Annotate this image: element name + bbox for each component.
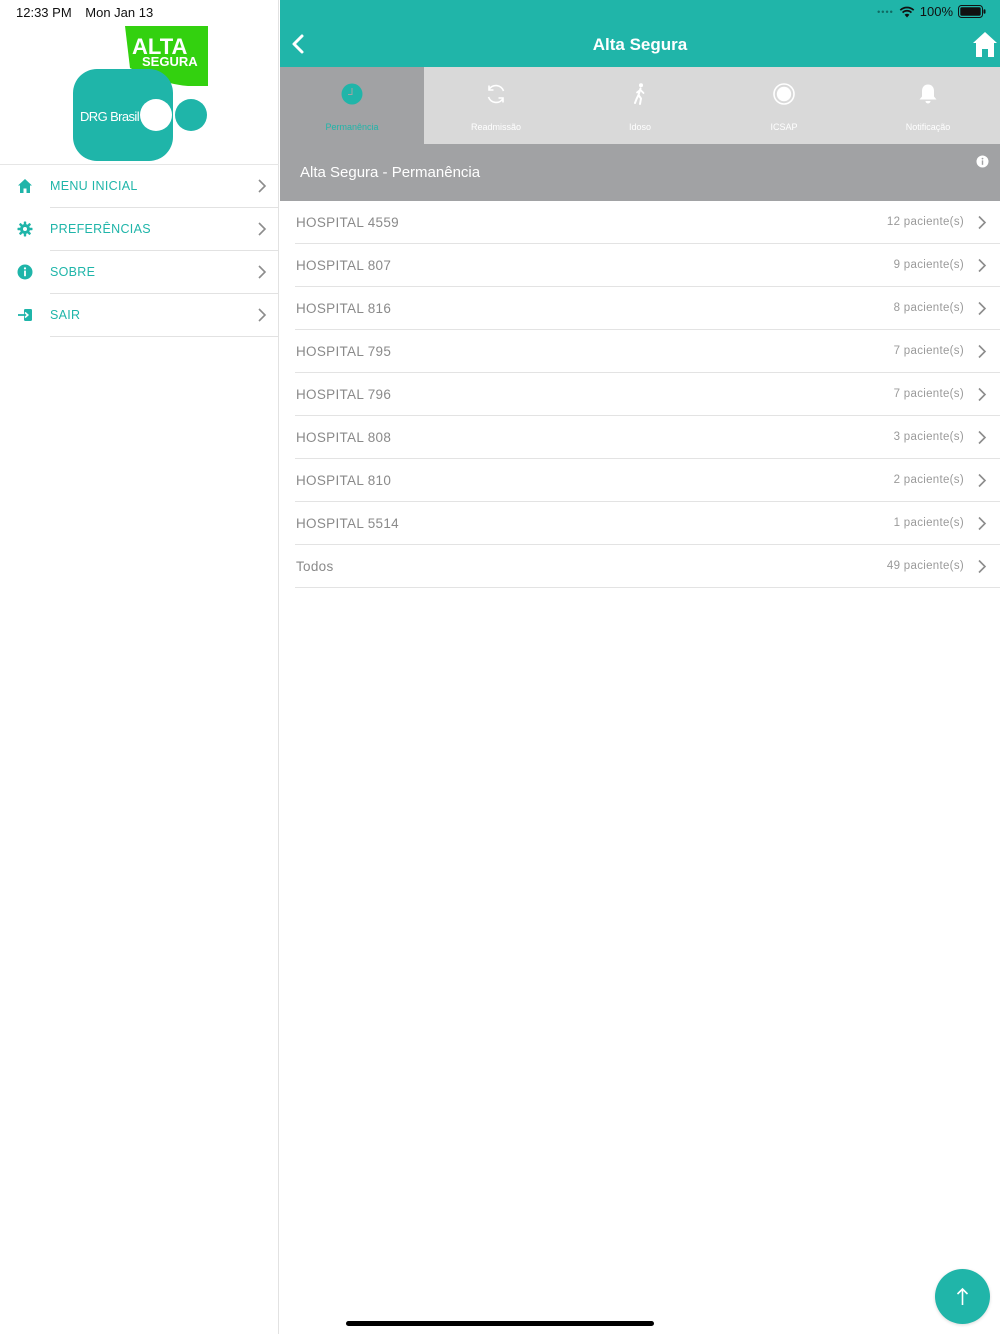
- chevron-right-icon: [258, 179, 267, 193]
- battery-percent: 100%: [919, 4, 953, 19]
- page-title: Alta Segura: [592, 35, 688, 54]
- list-item[interactable]: HOSPITAL 796 7 paciente(s): [295, 373, 1000, 416]
- patient-count: 8 paciente(s): [893, 302, 964, 314]
- hospital-name: HOSPITAL 795: [296, 344, 392, 359]
- hospital-name: HOSPITAL 5514: [296, 516, 399, 531]
- sidebar-item-menu-inicial[interactable]: MENU INICIAL: [0, 165, 279, 208]
- wifi-icon: [899, 6, 915, 17]
- sidebar: 12:33 PM Mon Jan 13 ALTA SEGURA DRG Bras…: [0, 0, 279, 1334]
- logo-text-line2: SEGURA: [142, 54, 198, 69]
- chevron-right-icon: [978, 344, 987, 359]
- tab-bar: Permanência Readmissão Idoso ICSAP Notif…: [280, 67, 1000, 144]
- battery-icon: [958, 5, 986, 18]
- chevron-right-icon: [978, 516, 987, 531]
- arrow-up-icon: [956, 1287, 969, 1305]
- sidebar-item-sobre[interactable]: SOBRE: [0, 251, 279, 294]
- chevron-right-icon: [978, 301, 987, 316]
- list-item[interactable]: HOSPITAL 5514 1 paciente(s): [295, 502, 1000, 545]
- status-time: 12:33 PM: [16, 5, 72, 20]
- hospital-name: HOSPITAL 807: [296, 258, 392, 273]
- list-item-todos[interactable]: Todos 49 paciente(s): [295, 545, 1000, 588]
- gear-icon: [17, 221, 33, 237]
- sidebar-item-preferencias[interactable]: PREFERÊNCIAS: [0, 208, 279, 251]
- sidebar-item-sair[interactable]: SAIR: [0, 294, 279, 337]
- main-panel: •••• 100% Alta Segura Permanência Readmi…: [280, 0, 1000, 1334]
- hospital-list: HOSPITAL 4559 12 paciente(s) HOSPITAL 80…: [295, 201, 1000, 588]
- logout-icon: [18, 309, 32, 321]
- list-item[interactable]: HOSPITAL 816 8 paciente(s): [295, 287, 1000, 330]
- tab-label: Notificação: [905, 122, 951, 132]
- list-item[interactable]: HOSPITAL 4559 12 paciente(s): [295, 201, 1000, 244]
- target-icon: [773, 83, 795, 105]
- tab-notificacao[interactable]: Notificação: [856, 67, 1000, 144]
- tab-readmissao[interactable]: Readmissão: [424, 67, 568, 144]
- refresh-icon: [487, 84, 505, 104]
- chevron-right-icon: [978, 387, 987, 402]
- patient-count: 7 paciente(s): [893, 345, 964, 357]
- logo-brand-text: DRG Brasil: [80, 109, 140, 124]
- navigation-bar: •••• 100% Alta Segura: [280, 0, 1000, 67]
- chevron-right-icon: [258, 265, 267, 279]
- tab-label: Readmissão: [470, 122, 522, 132]
- patient-count: 12 paciente(s): [886, 216, 964, 228]
- patient-count: 7 paciente(s): [893, 388, 964, 400]
- status-bar-right: •••• 100%: [877, 4, 986, 19]
- sidebar-item-label: SAIR: [50, 308, 81, 322]
- patient-count: 49 paciente(s): [886, 560, 964, 572]
- info-icon[interactable]: [976, 155, 989, 168]
- chevron-right-icon: [978, 559, 987, 574]
- scroll-to-top-button[interactable]: [935, 1269, 990, 1324]
- tab-label: Permanência: [325, 122, 379, 132]
- chevron-right-icon: [978, 215, 987, 230]
- hospital-name: HOSPITAL 808: [296, 430, 392, 445]
- chevron-right-icon: [978, 473, 987, 488]
- chevron-right-icon: [258, 308, 267, 322]
- hospital-name: Todos: [296, 559, 334, 574]
- status-bar-left: 12:33 PM Mon Jan 13: [16, 5, 153, 20]
- hospital-name: HOSPITAL 796: [296, 387, 392, 402]
- tab-label: Idoso: [628, 122, 652, 132]
- tab-permanencia[interactable]: Permanência: [280, 67, 424, 144]
- status-date: Mon Jan 13: [85, 5, 154, 20]
- sidebar-item-label: SOBRE: [50, 265, 96, 279]
- home-button-icon[interactable]: [972, 30, 998, 58]
- hospital-name: HOSPITAL 816: [296, 301, 392, 316]
- hospital-name: HOSPITAL 4559: [296, 215, 399, 230]
- chevron-right-icon: [978, 258, 987, 273]
- sidebar-menu: MENU INICIAL PREFERÊNCIAS SOBRE SAIR: [0, 164, 279, 337]
- walking-person-icon: [634, 83, 645, 105]
- chevron-right-icon: [978, 430, 987, 445]
- patient-count: 3 paciente(s): [893, 431, 964, 443]
- list-item[interactable]: HOSPITAL 795 7 paciente(s): [295, 330, 1000, 373]
- section-title: Alta Segura - Permanência: [300, 164, 481, 181]
- section-header: Alta Segura - Permanência: [280, 144, 1000, 201]
- tab-icsap[interactable]: ICSAP: [712, 67, 856, 144]
- clock-icon: [341, 83, 363, 105]
- patient-count: 2 paciente(s): [893, 474, 964, 486]
- sidebar-item-label: PREFERÊNCIAS: [50, 222, 151, 236]
- list-item[interactable]: HOSPITAL 808 3 paciente(s): [295, 416, 1000, 459]
- home-indicator: [346, 1321, 654, 1326]
- bell-icon: [919, 84, 937, 104]
- hospital-name: HOSPITAL 810: [296, 473, 392, 488]
- divider: [50, 336, 279, 337]
- patient-count: 1 paciente(s): [893, 517, 964, 529]
- home-icon: [18, 179, 32, 193]
- tab-label: ICSAP: [770, 122, 798, 132]
- list-item[interactable]: HOSPITAL 810 2 paciente(s): [295, 459, 1000, 502]
- tab-idoso[interactable]: Idoso: [568, 67, 712, 144]
- chevron-right-icon: [258, 222, 267, 236]
- list-item[interactable]: HOSPITAL 807 9 paciente(s): [295, 244, 1000, 287]
- cellular-signal-icon: ••••: [877, 6, 894, 17]
- sidebar-item-label: MENU INICIAL: [50, 179, 138, 193]
- alta-segura-logo: ALTA SEGURA DRG Brasil: [73, 26, 208, 161]
- info-icon: [17, 264, 33, 280]
- patient-count: 9 paciente(s): [893, 259, 964, 271]
